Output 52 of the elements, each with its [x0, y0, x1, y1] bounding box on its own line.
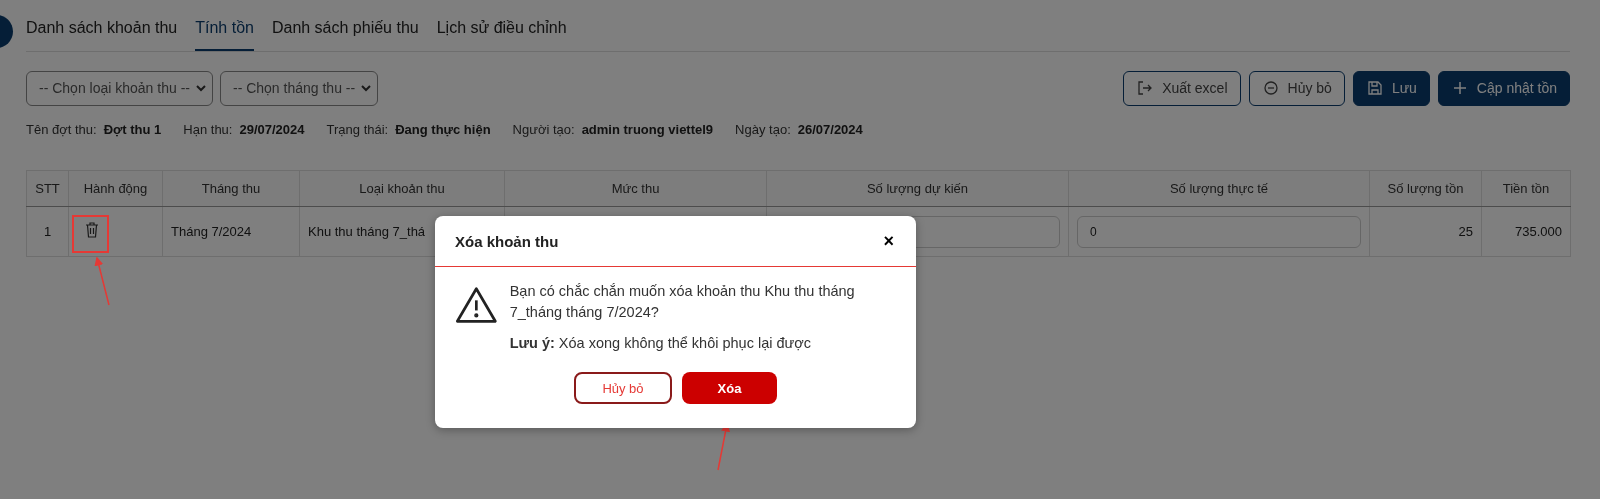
table-cell: 1 [43, 224, 52, 239]
column-header: Tiền tồn [1481, 170, 1571, 207]
info-label: Ngày tạo: [735, 122, 791, 137]
input-field[interactable]: 0 [1077, 215, 1361, 248]
info-label: Người tạo: [512, 122, 575, 137]
info-value: Đang thực hiện [395, 122, 491, 137]
dropdown-value: -- Chọn tháng thu -- [232, 80, 356, 96]
table-cell: Tháng 7/2024 [171, 224, 252, 239]
trash-icon[interactable] [85, 222, 99, 238]
table-cell: 25 [1458, 224, 1473, 239]
tab[interactable]: Danh sách phiếu thu [271, 19, 419, 51]
action-button[interactable]: Hủy bỏ [1248, 70, 1345, 106]
info-value: 29/07/2024 [239, 122, 305, 137]
action-button[interactable]: Lưu [1352, 70, 1430, 106]
table-cell: 735.000 [1515, 224, 1562, 239]
dialog-message: Bạn có chắc chắn muốn xóa khoản thu Khu thu tháng 7_tháng tháng 7/2024? [509, 282, 856, 322]
column-header: Số lượng dự kiến [766, 170, 1069, 207]
chevron-down-icon [195, 84, 206, 92]
highlight-frame [72, 215, 109, 253]
column-header: Hành động [68, 170, 163, 207]
column-header: Tháng thu [162, 170, 300, 207]
cancel-button[interactable]: Hủy bỏ [574, 372, 672, 404]
close-button[interactable]: × [881, 230, 896, 252]
save-icon [1367, 81, 1382, 95]
plus-icon [1452, 81, 1467, 95]
column-header: Mức thu [504, 170, 767, 207]
tab[interactable]: Danh sách khoản thu [26, 19, 178, 51]
info-value: admin truong viettel9 [581, 122, 714, 137]
tab[interactable]: Lịch sử điều chỉnh [436, 19, 567, 51]
tab[interactable]: Tính tồn [195, 19, 254, 51]
column-header: Loại khoản thu [299, 170, 505, 207]
action-button[interactable]: Xuất excel [1123, 70, 1241, 106]
info-label: Hạn thu: [183, 122, 233, 137]
column-header: Số lượng tồn [1369, 170, 1482, 207]
dialog-note: Lưu ý: Xóa xong không thể khôi phục lại được [509, 334, 812, 353]
dropdown-select[interactable]: -- Chọn loại khoản thu -- [26, 70, 213, 106]
info-label: Trạng thái: [326, 122, 389, 137]
info-value: Đợt thu 1 [103, 122, 162, 137]
annotation-arrow [94, 256, 110, 306]
chevron-down-icon [361, 84, 372, 92]
dialog-title: Xóa khoản thu [455, 232, 559, 250]
dropdown-value: -- Chọn loại khoản thu -- [39, 80, 190, 96]
info-value: 26/07/2024 [797, 122, 863, 137]
export-icon [1138, 81, 1153, 95]
action-button[interactable]: Cập nhật tồn [1437, 70, 1570, 106]
column-header: Số lượng thực tế [1068, 170, 1370, 207]
delete-button[interactable]: Xóa [682, 372, 777, 404]
table-cell: Khu thu tháng 7_thá [308, 224, 426, 239]
info-label: Tên đợt thu: [26, 122, 97, 137]
column-header: STT [26, 170, 69, 207]
minus-circle-icon [1263, 81, 1278, 95]
dropdown-select[interactable]: -- Chọn tháng thu -- [219, 70, 379, 106]
